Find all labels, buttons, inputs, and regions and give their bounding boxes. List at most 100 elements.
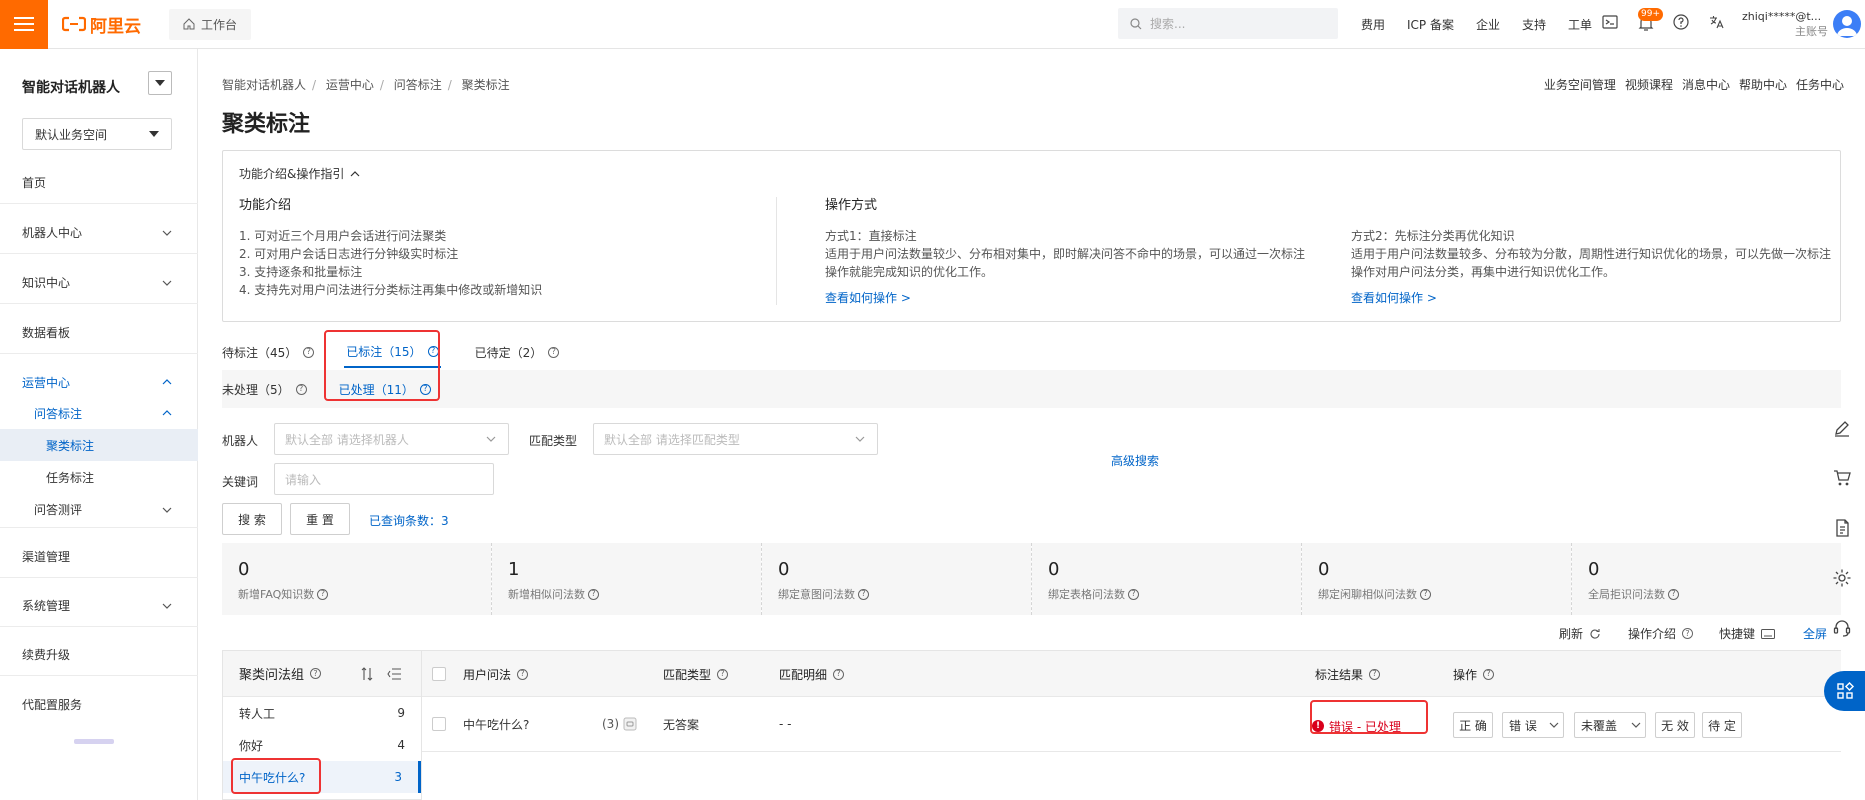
user-account[interactable]: zhiqi*****@t... 主账号 — [1742, 9, 1828, 39]
workspace-select[interactable]: 默认业务空间 — [22, 118, 172, 150]
keyword-input[interactable]: 请输入 — [274, 463, 494, 495]
sidebar-item-qa-annotation[interactable]: 问答标注 — [0, 397, 198, 429]
cluster-group-item[interactable]: 你好 4 — [223, 729, 421, 761]
list-collapse-icon[interactable] — [387, 667, 402, 680]
sidebar-collapse-button[interactable] — [148, 71, 172, 95]
sidebar-item-config-service[interactable]: 代配置服务 — [0, 683, 198, 725]
help-icon[interactable]: ? — [1483, 668, 1495, 680]
mode1-title: 方式1：直接标注 — [825, 229, 917, 243]
sidebar-item-cluster-annotation[interactable]: 聚类标注 — [0, 429, 198, 461]
tab-pending[interactable]: 待标注（45）? — [222, 336, 315, 368]
user-role: 主账号 — [1795, 25, 1828, 38]
help-icon[interactable]: ? — [717, 668, 729, 680]
nav-link-enterprise[interactable]: 企业 — [1476, 16, 1500, 33]
breadcrumb-item[interactable]: 问答标注 — [394, 78, 442, 92]
how-to-link-1[interactable]: 查看如何操作 > — [825, 289, 1305, 307]
breadcrumb: 智能对话机器人 / 运营中心 / 问答标注 / 聚类标注 — [222, 78, 510, 92]
cluster-group-item[interactable]: 转人工 9 — [223, 697, 421, 729]
help-icon[interactable]: ? — [588, 588, 599, 600]
brand-logo[interactable]: 阿里云 — [62, 12, 141, 37]
tab-undecided[interactable]: 已待定（2）? — [475, 336, 560, 368]
sidebar-item-home[interactable]: 首页 — [0, 162, 198, 204]
sidebar-item-task-annotation[interactable]: 任务标注 — [0, 461, 198, 493]
help-icon[interactable]: ? — [303, 346, 315, 358]
wrong-dropdown-button[interactable]: 错 误 — [1502, 712, 1564, 738]
sidebar-item-robot-center[interactable]: 机器人中心 — [0, 212, 198, 254]
nav-link-fees[interactable]: 费用 — [1361, 16, 1385, 33]
robot-select[interactable]: 默认全部 请选择机器人 — [274, 423, 509, 455]
operation-mode-2: 方式2：先标注分类再优化知识 适用于用户问法数量较多、分布较为分散，周期性进行知… — [1351, 227, 1831, 307]
help-icon[interactable]: ? — [548, 346, 560, 358]
chevron-down-icon — [1631, 722, 1641, 728]
tab-label: 待标注（45） — [222, 345, 298, 360]
help-icon[interactable]: ? — [1668, 588, 1679, 600]
sidebar-item-renewal[interactable]: 续费升级 — [0, 634, 198, 676]
search-button[interactable]: 搜 索 — [222, 503, 282, 535]
help-icon[interactable]: ? — [858, 588, 869, 600]
document-api-icon[interactable] — [1824, 510, 1860, 546]
operation-intro-button[interactable]: 操作介绍 ? — [1628, 625, 1694, 642]
help-icon[interactable]: ? — [317, 588, 329, 600]
select-all-checkbox[interactable] — [432, 651, 446, 697]
menu-icon[interactable] — [0, 0, 48, 49]
sidebar-scrollbar[interactable] — [74, 739, 114, 744]
highlight-box — [324, 330, 440, 401]
link-workspace-manage[interactable]: 业务空间管理 — [1544, 76, 1616, 93]
uncovered-dropdown-button[interactable]: 未覆盖 — [1574, 712, 1646, 738]
help-icon[interactable]: ? — [310, 668, 322, 679]
help-icon[interactable]: ? — [1420, 588, 1431, 600]
shortcut-button[interactable]: 快捷键 — [1719, 625, 1776, 642]
sidebar-item-knowledge[interactable]: 知识中心 — [0, 262, 198, 304]
link-task-center[interactable]: 任务中心 — [1796, 76, 1844, 93]
help-icon[interactable] — [1673, 14, 1689, 30]
chevron-down-icon — [162, 507, 172, 513]
invalid-button[interactable]: 无 效 — [1655, 712, 1695, 738]
sidebar-item-channels[interactable]: 渠道管理 — [0, 536, 198, 578]
group-name: 你好 — [239, 738, 264, 753]
terminal-icon[interactable] — [1602, 14, 1618, 30]
language-icon[interactable] — [1708, 14, 1724, 30]
row-checkbox[interactable] — [432, 697, 446, 751]
sidebar-item-dashboard[interactable]: 数据看板 — [0, 312, 198, 354]
help-icon[interactable]: ? — [517, 668, 529, 680]
sidebar-item-qa-eval[interactable]: 问答测评 — [0, 492, 198, 528]
sidebar-item-system[interactable]: 系统管理 — [0, 585, 198, 627]
avatar[interactable] — [1833, 10, 1861, 38]
sort-icon[interactable] — [361, 666, 373, 681]
advanced-search-link[interactable]: 高级搜索 — [1111, 452, 1159, 469]
refresh-button[interactable]: 刷新 — [1559, 625, 1601, 642]
help-icon[interactable]: ? — [295, 383, 307, 395]
gear-icon[interactable] — [1824, 560, 1860, 596]
help-icon[interactable]: ? — [1369, 668, 1381, 680]
match-type-select[interactable]: 默认全部 请选择匹配类型 — [593, 423, 878, 455]
apps-grid-icon[interactable] — [1824, 671, 1865, 711]
help-icon[interactable]: ? — [833, 668, 845, 680]
global-search-input[interactable]: 搜索... — [1118, 8, 1338, 39]
nav-link-ticket[interactable]: 工单 — [1568, 16, 1592, 33]
mode2-title: 方式2：先标注分类再优化知识 — [1351, 229, 1515, 243]
link-help-center[interactable]: 帮助中心 — [1739, 76, 1787, 93]
link-message-center[interactable]: 消息中心 — [1682, 76, 1730, 93]
stat-label: 新增FAQ知识数 — [238, 588, 315, 601]
col-label: 匹配明细 — [779, 667, 828, 682]
reset-button[interactable]: 重 置 — [290, 503, 350, 535]
pending-button[interactable]: 待 定 — [1702, 712, 1742, 738]
intro-toggle[interactable]: 功能介绍&操作指引 — [239, 165, 360, 182]
link-video-course[interactable]: 视频课程 — [1625, 76, 1673, 93]
edit-icon[interactable] — [1824, 410, 1860, 446]
nav-link-support[interactable]: 支持 — [1522, 16, 1546, 33]
how-to-link-2[interactable]: 查看如何操作 > — [1351, 289, 1831, 307]
feature-line: 1. 可对近三个月用户会话进行问法聚类 — [239, 229, 447, 243]
correct-button[interactable]: 正 确 — [1453, 712, 1493, 738]
workbench-button[interactable]: 工作台 — [169, 8, 252, 40]
help-icon[interactable]: ? — [1128, 588, 1139, 600]
group-count: 3 — [394, 770, 402, 784]
tab-unprocessed[interactable]: 未处理（5）? — [222, 381, 307, 398]
row-match-detail: - - — [779, 717, 792, 731]
breadcrumb-item[interactable]: 运营中心 — [326, 78, 374, 92]
breadcrumb-item[interactable]: 智能对话机器人 — [222, 78, 306, 92]
cart-icon[interactable] — [1824, 460, 1860, 496]
robot-icon[interactable] — [623, 717, 637, 731]
customer-service-icon[interactable] — [1824, 610, 1860, 646]
nav-link-icp[interactable]: ICP 备案 — [1407, 16, 1454, 33]
